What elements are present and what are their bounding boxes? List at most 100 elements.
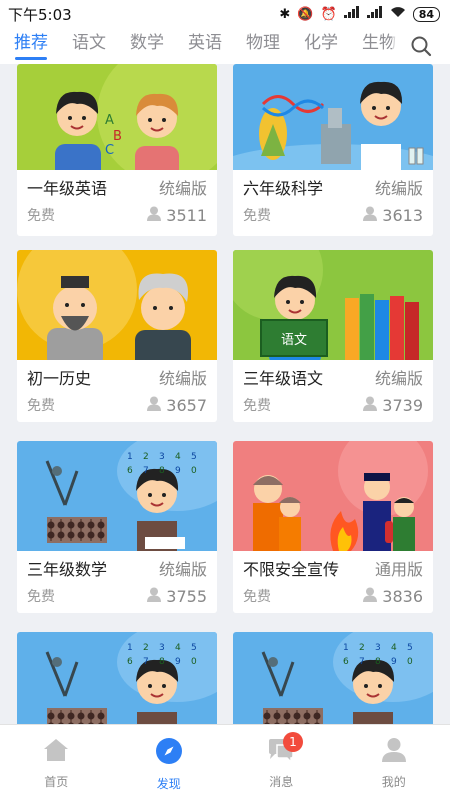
- svg-text:1: 1: [343, 643, 349, 653]
- course-thumbnail: [17, 250, 217, 360]
- course-grid: ABC 一年级英语 统编版 免费 3511 六年级科学 统编版 免费 3613 初一历史 统编版…: [0, 64, 450, 724]
- signal-icon: [343, 6, 360, 22]
- signal-icon-2: [366, 6, 383, 22]
- svg-text:9: 9: [391, 657, 397, 667]
- learner-count-value: 3613: [382, 205, 423, 225]
- svg-text:2: 2: [143, 452, 149, 462]
- svg-text:6: 6: [343, 657, 349, 667]
- nav-item-profile[interactable]: 我的: [338, 725, 450, 800]
- card-meta-row: 免费 3755: [17, 583, 217, 609]
- card-title-row: 一年级英语 统编版: [17, 172, 217, 202]
- tab-item[interactable]: 数学: [118, 28, 176, 64]
- unread-badge: 1: [283, 732, 303, 752]
- course-card[interactable]: 12345 67890: [17, 632, 217, 724]
- svg-text:4: 4: [391, 643, 397, 653]
- course-card[interactable]: 1 2 3 4 5 6 7 8 9 0 三年级数学 统编版免费 3755: [17, 441, 217, 613]
- tab-item[interactable]: 化学: [292, 28, 350, 64]
- learner-count-value: 3755: [166, 586, 207, 606]
- search-button[interactable]: [392, 28, 450, 64]
- svg-text:2: 2: [359, 643, 365, 653]
- svg-text:9: 9: [175, 657, 181, 667]
- course-thumbnail: 12345 67890: [17, 632, 217, 724]
- learner-count: 3613: [363, 206, 423, 225]
- course-card[interactable]: 12345 67890: [233, 632, 433, 724]
- svg-text:5: 5: [191, 452, 197, 462]
- svg-text:语文: 语文: [281, 333, 307, 348]
- course-price: 免费: [243, 398, 271, 414]
- profile-icon: [381, 737, 407, 767]
- alarm-icon: ⏰: [320, 6, 337, 22]
- nav-label: 我的: [381, 775, 406, 789]
- tab-item[interactable]: 语文: [60, 28, 118, 64]
- svg-text:0: 0: [191, 466, 197, 476]
- tab-item[interactable]: 推荐: [2, 28, 60, 64]
- svg-text:8: 8: [159, 657, 165, 667]
- bluetooth-icon: ✱: [279, 6, 291, 22]
- bottom-nav: 首页 发现 消息 1 我的: [0, 724, 450, 800]
- nav-item-message[interactable]: 消息 1: [225, 725, 338, 800]
- svg-text:8: 8: [159, 466, 165, 476]
- course-title: 不限安全宣传: [243, 560, 340, 579]
- wifi-icon: [390, 6, 406, 22]
- course-thumbnail: 12345 67890: [17, 441, 217, 551]
- status-bar: 下午5:03 ✱ 🔕 ⏰ 84: [0, 0, 450, 28]
- course-edition: 通用版: [374, 560, 423, 579]
- card-title-row: 六年级科学 统编版: [233, 172, 433, 202]
- learner-count: 3739: [363, 396, 423, 415]
- svg-text:4: 4: [175, 643, 181, 653]
- card-title-row: 三年级数学 统编版: [17, 553, 217, 583]
- tab-item[interactable]: 物理: [234, 28, 292, 64]
- svg-text:7: 7: [359, 657, 365, 667]
- course-title: 初一历史: [27, 369, 92, 388]
- nav-label: 首页: [44, 775, 69, 789]
- card-title-row: 不限安全宣传 通用版: [233, 553, 433, 583]
- svg-text:A: A: [105, 113, 114, 128]
- course-edition: 统编版: [158, 560, 207, 579]
- svg-text:3: 3: [159, 643, 165, 653]
- person-icon: [147, 396, 162, 415]
- status-icons: ✱ 🔕 ⏰ 84: [279, 6, 440, 22]
- course-thumbnail: [233, 441, 433, 551]
- course-card[interactable]: 语文三年级语文 统编版免费 3739: [233, 250, 433, 422]
- card-title-row: 三年级语文 统编版: [233, 362, 433, 392]
- course-price: 免费: [27, 589, 55, 605]
- svg-text:3: 3: [159, 452, 165, 462]
- card-meta-row: 免费 3836: [233, 583, 433, 609]
- course-edition: 统编版: [158, 179, 207, 198]
- svg-text:0: 0: [407, 657, 413, 667]
- learner-count-value: 3739: [382, 395, 423, 415]
- search-icon: [411, 36, 432, 57]
- course-title: 三年级语文: [243, 369, 324, 388]
- course-thumbnail: [233, 64, 433, 170]
- svg-text:C: C: [105, 143, 114, 158]
- course-card[interactable]: 初一历史 统编版 免费 3657: [17, 250, 217, 422]
- nav-label: 消息: [269, 775, 294, 789]
- subject-tabs: 推荐 语文 数学 英语 物理 化学 生物: [0, 28, 450, 64]
- svg-text:3: 3: [375, 643, 381, 653]
- card-meta-row: 免费 3657: [17, 392, 217, 418]
- svg-text:0: 0: [191, 657, 197, 667]
- svg-text:1: 1: [127, 643, 133, 653]
- svg-text:2: 2: [143, 643, 149, 653]
- learner-count-value: 3511: [166, 205, 207, 225]
- nav-item-compass[interactable]: 发现: [113, 725, 226, 800]
- nav-item-home[interactable]: 首页: [0, 725, 113, 800]
- svg-text:1: 1: [127, 452, 133, 462]
- course-thumbnail: 语文: [233, 250, 433, 360]
- course-price: 免费: [243, 589, 271, 605]
- course-card[interactable]: ABC 一年级英语 统编版 免费 3511: [17, 64, 217, 236]
- course-card[interactable]: 六年级科学 统编版 免费 3613: [233, 64, 433, 236]
- learner-count-value: 3657: [166, 395, 207, 415]
- svg-text:7: 7: [143, 466, 149, 476]
- tab-item[interactable]: 英语: [176, 28, 234, 64]
- learner-count: 3836: [363, 587, 423, 606]
- status-time: 下午5:03: [8, 5, 72, 24]
- learner-count: 3657: [147, 396, 207, 415]
- nav-label: 发现: [156, 777, 181, 791]
- compass-icon: [155, 737, 183, 769]
- person-icon: [147, 206, 162, 225]
- learner-count: 3755: [147, 587, 207, 606]
- course-card[interactable]: 不限安全宣传 通用版免费 3836: [233, 441, 433, 613]
- learner-count: 3511: [147, 206, 207, 225]
- svg-text:5: 5: [191, 643, 197, 653]
